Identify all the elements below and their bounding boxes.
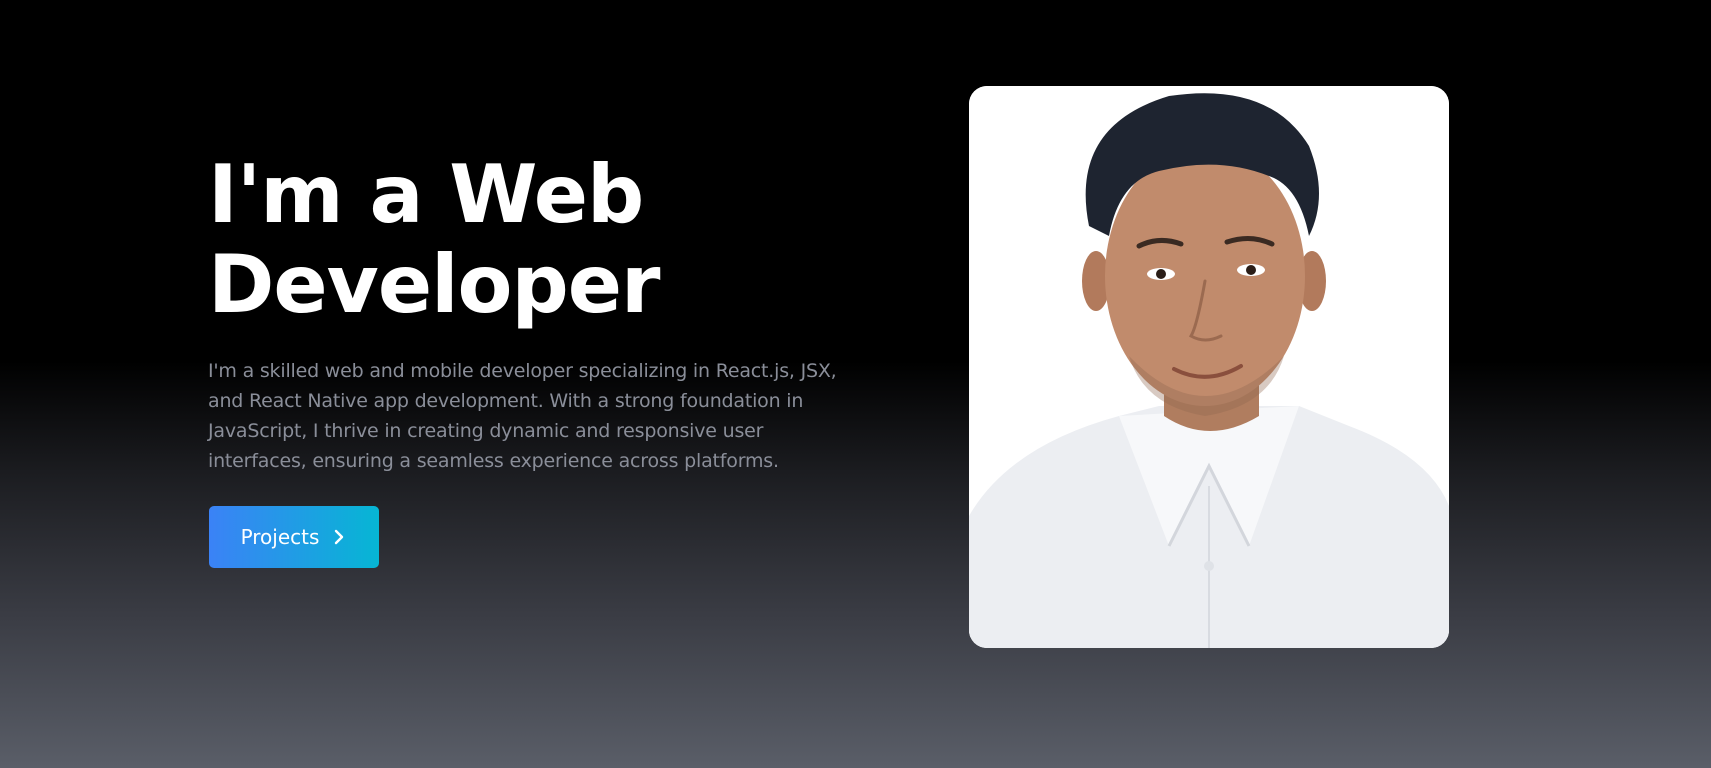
hero-section: I'm a Web Developer I'm a skilled web an… xyxy=(0,0,1711,768)
profile-portrait-illustration xyxy=(969,86,1449,648)
profile-photo xyxy=(969,86,1449,648)
hero-headline-line-2: Developer xyxy=(208,238,660,331)
hero-headline: I'm a Web Developer xyxy=(208,150,868,330)
projects-button-label: Projects xyxy=(240,525,320,549)
projects-button[interactable]: Projects xyxy=(209,506,379,568)
hero-intro-paragraph: I'm a skilled web and mobile developer s… xyxy=(208,360,837,472)
hero-text-column: I'm a Web Developer I'm a skilled web an… xyxy=(208,150,868,476)
chevron-right-icon xyxy=(331,529,347,545)
hero-headline-line-1: I'm a Web xyxy=(208,148,644,241)
